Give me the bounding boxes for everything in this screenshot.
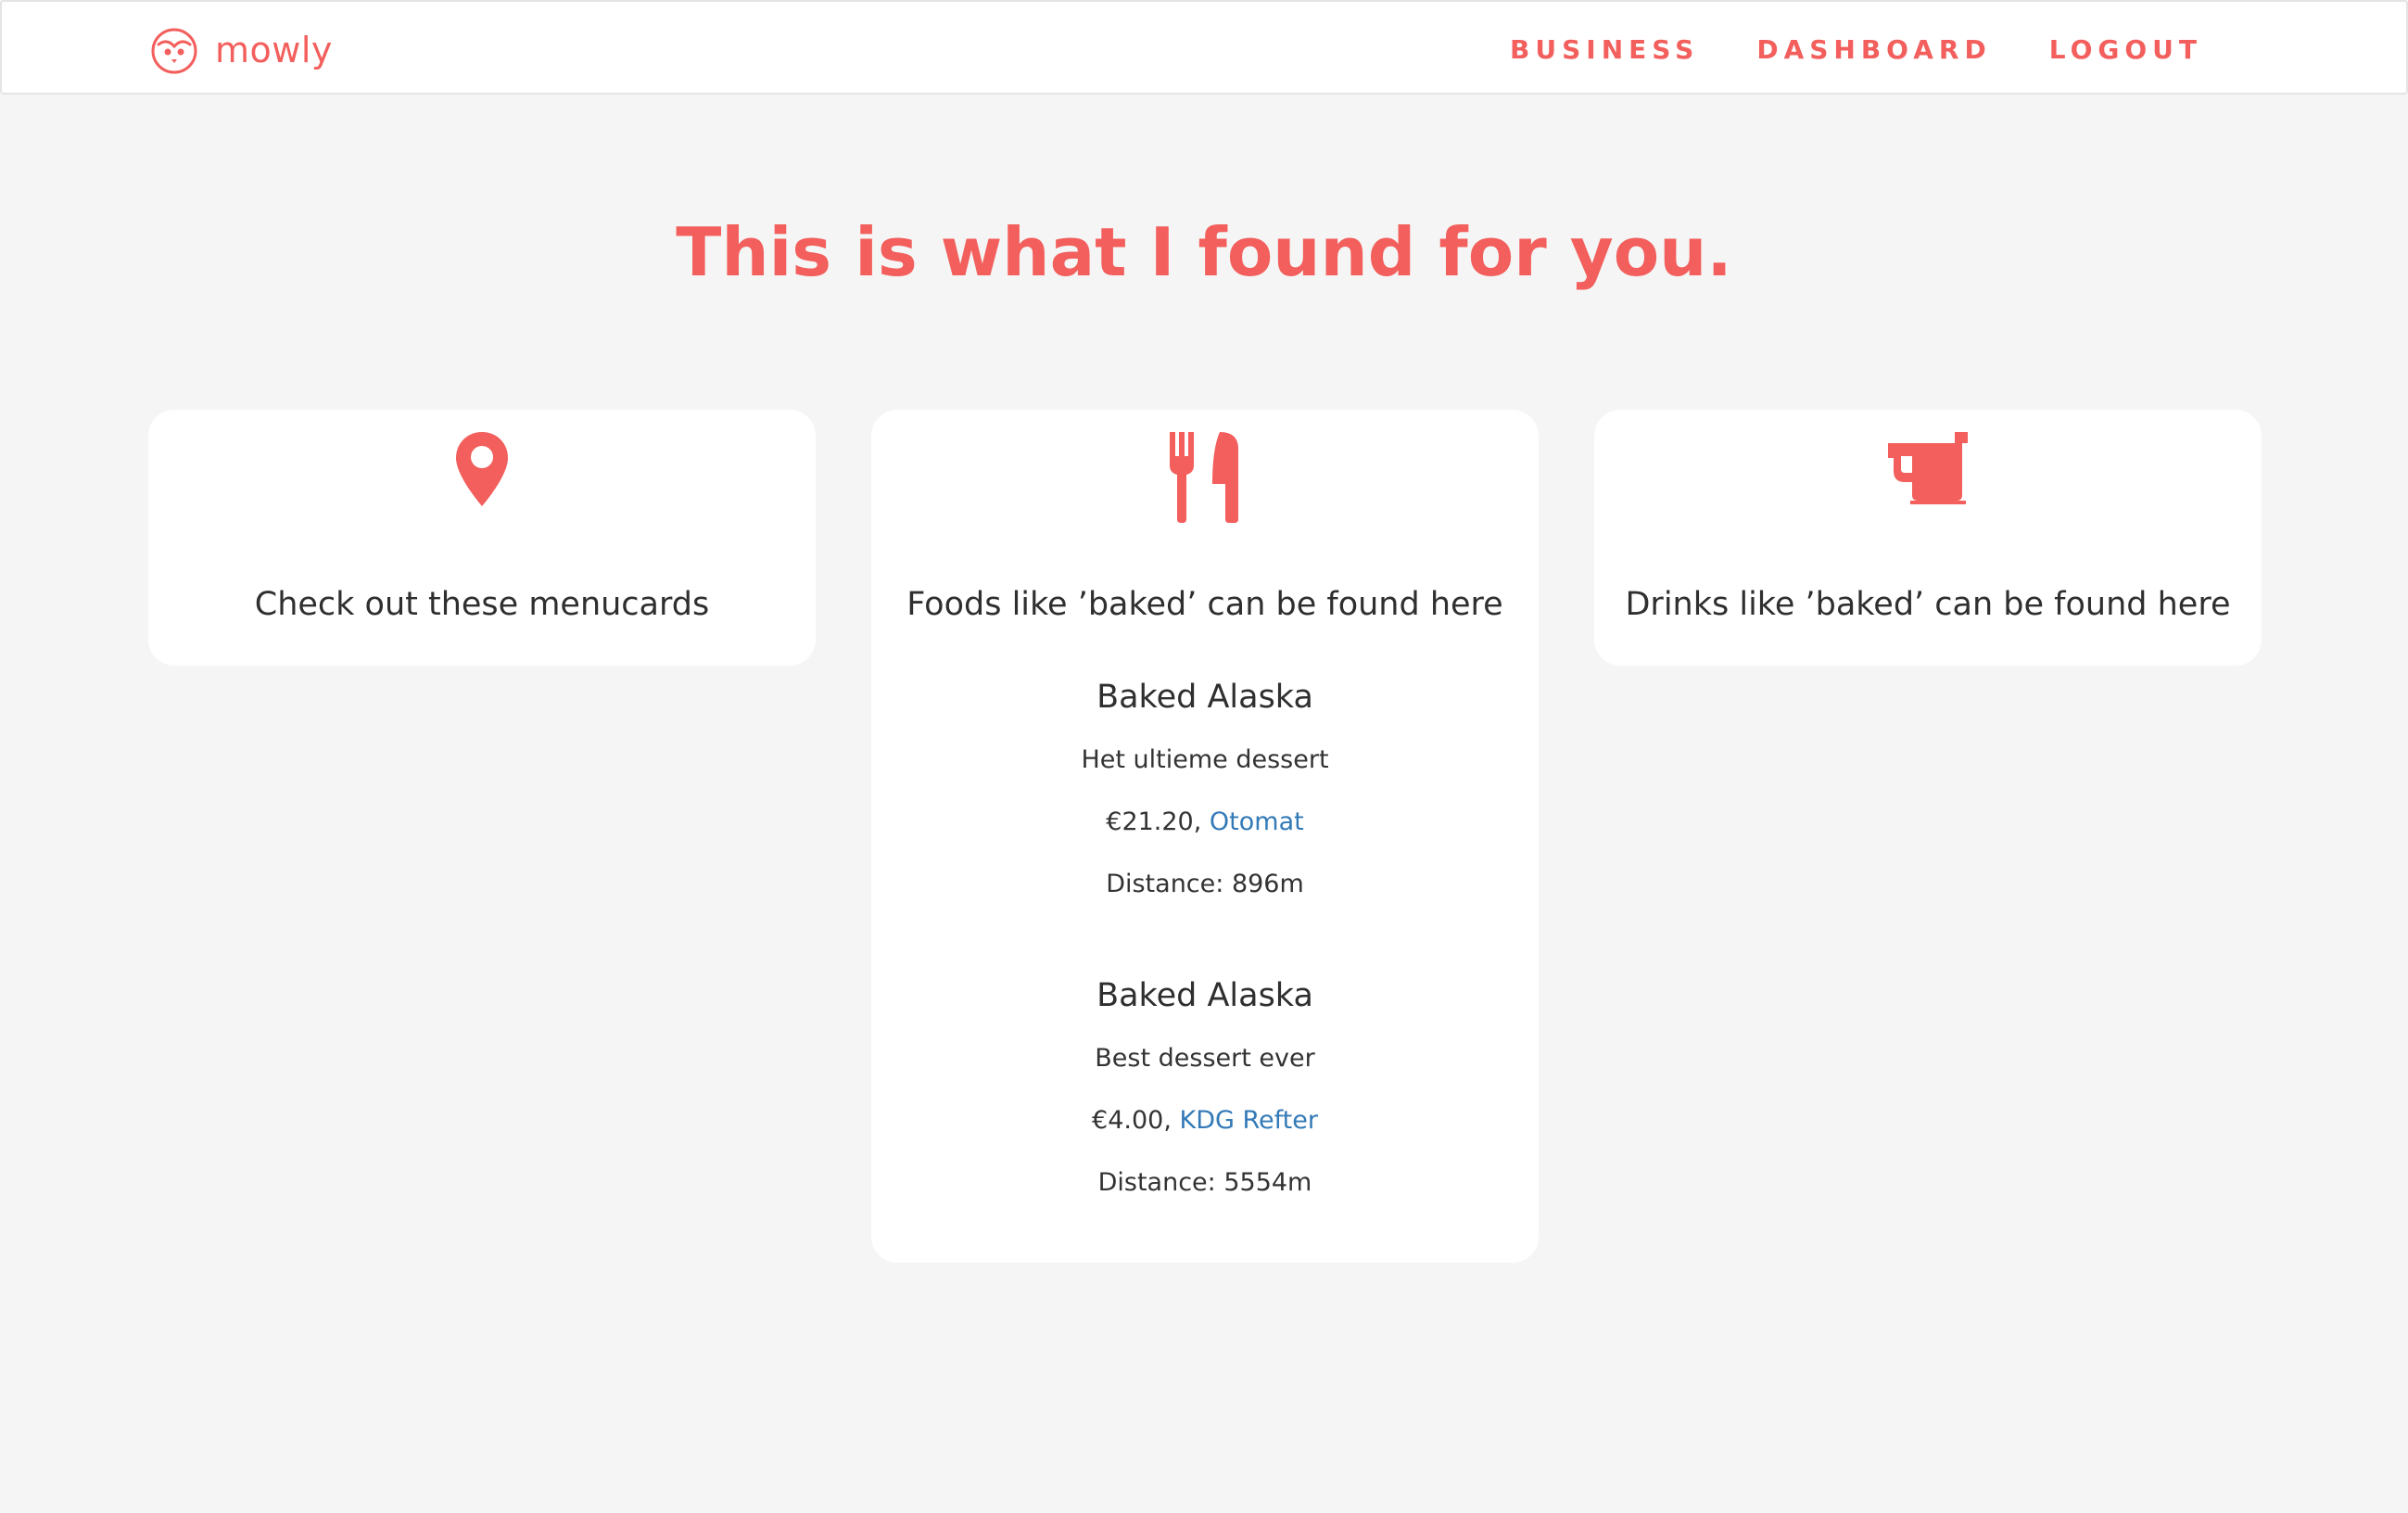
food-item-description: Het ultieme dessert — [1081, 745, 1329, 774]
brand-logo-link[interactable]: mowly — [150, 26, 333, 74]
price-venue-separator: , — [1163, 1106, 1180, 1135]
nav-links: BUSINESS DASHBOARD LOGOUT — [1452, 2, 2202, 96]
top-navbar: mowly BUSINESS DASHBOARD LOGOUT — [0, 0, 2408, 95]
menucards-card: Check out these menucards — [148, 410, 816, 666]
food-item-price: €4.00 — [1092, 1106, 1164, 1135]
brand-name: mowly — [215, 30, 333, 70]
food-item-description: Best dessert ever — [1095, 1044, 1315, 1073]
page-title: This is what I found for you. — [676, 213, 1732, 291]
food-item: Baked Alaska Het ultieme dessert €21.20,… — [871, 679, 1539, 898]
foods-heading: Foods like ’baked’ can be found here — [906, 586, 1503, 623]
owl-icon — [151, 28, 197, 74]
venue-link[interactable]: Otomat — [1210, 807, 1304, 836]
food-item-name: Baked Alaska — [1096, 977, 1313, 1014]
price-venue-separator: , — [1193, 807, 1210, 836]
food-item-price-line: €4.00, KDG Refter — [871, 1106, 1539, 1135]
drinks-heading: Drinks like ’baked’ can be found here — [1625, 586, 2231, 623]
food-item: Baked Alaska Best dessert ever €4.00, KD… — [871, 977, 1539, 1197]
venue-link[interactable]: KDG Refter — [1179, 1106, 1318, 1135]
foods-card: Foods like ’baked’ can be found here Bak… — [871, 410, 1539, 1263]
menucards-heading: Check out these menucards — [254, 586, 710, 623]
nav-business-link[interactable]: BUSINESS — [1510, 34, 1699, 65]
food-item-name: Baked Alaska — [1096, 679, 1313, 716]
mug-icon — [1888, 432, 1968, 504]
food-item-distance: Distance: 896m — [1106, 870, 1304, 898]
nav-dashboard-link[interactable]: DASHBOARD — [1756, 34, 1991, 65]
drinks-card: Drinks like ’baked’ can be found here — [1594, 410, 2262, 666]
fork-knife-icon — [1170, 432, 1238, 523]
food-item-price: €21.20 — [1106, 807, 1194, 836]
food-item-distance: Distance: 5554m — [1097, 1168, 1312, 1197]
food-item-price-line: €21.20, Otomat — [871, 807, 1539, 836]
map-pin-icon — [456, 432, 508, 506]
nav-logout-link[interactable]: LOGOUT — [2049, 34, 2202, 65]
